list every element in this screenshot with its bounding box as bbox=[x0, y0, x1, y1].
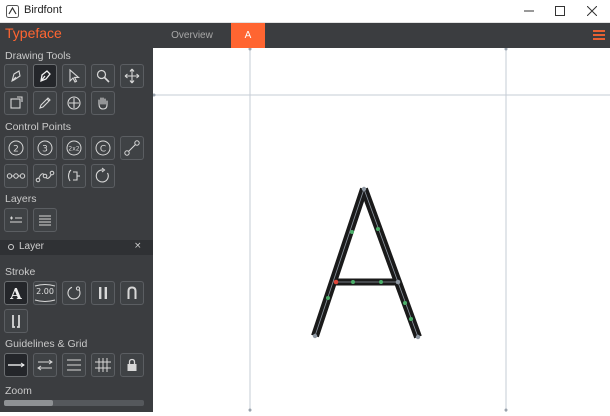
convert-c-icon: C bbox=[95, 140, 111, 156]
move-tool[interactable] bbox=[120, 64, 144, 88]
stroke-width-field[interactable]: 2.00 bbox=[33, 281, 57, 305]
quadratic-points-tool[interactable]: 2 bbox=[4, 136, 28, 160]
pen-tool[interactable] bbox=[4, 64, 28, 88]
birdfont-icon bbox=[6, 5, 19, 18]
curve-points-tool[interactable] bbox=[33, 164, 57, 188]
rotate-tool[interactable] bbox=[91, 164, 115, 188]
pencil-icon bbox=[39, 97, 51, 109]
svg-text:2: 2 bbox=[13, 145, 19, 155]
zoom-slider[interactable] bbox=[4, 400, 144, 406]
layer-visibility-icon[interactable] bbox=[8, 244, 14, 250]
section-stroke: Stroke bbox=[5, 266, 36, 278]
stroke-style-tool[interactable]: A bbox=[4, 281, 28, 305]
glyph-a-path[interactable] bbox=[311, 187, 422, 339]
zoom-slider-fill bbox=[4, 400, 53, 406]
control-points[interactable] bbox=[312, 186, 421, 340]
guide-lines-tool[interactable] bbox=[62, 353, 86, 377]
line-points-icon bbox=[124, 140, 140, 156]
lock-guides-tool[interactable] bbox=[120, 353, 144, 377]
stroke-columns-tool[interactable] bbox=[91, 281, 115, 305]
svg-text:A: A bbox=[9, 285, 22, 302]
lock-icon bbox=[127, 358, 137, 371]
move-icon bbox=[124, 68, 140, 84]
layer-item[interactable]: Layer × bbox=[0, 240, 153, 255]
section-drawing-tools: Drawing Tools bbox=[5, 50, 71, 62]
double-2x2-icon: 2x2 bbox=[66, 140, 82, 156]
bezier-tool[interactable] bbox=[33, 64, 57, 88]
stroke-columns-icon bbox=[99, 287, 107, 299]
hand-icon bbox=[98, 97, 108, 110]
grid-tool[interactable] bbox=[91, 353, 115, 377]
bezier-tool-icon bbox=[40, 70, 51, 83]
horizontal-line-icon bbox=[8, 362, 25, 368]
pointer-tool[interactable] bbox=[62, 64, 86, 88]
resize-icon bbox=[10, 96, 23, 109]
glyph-editor[interactable] bbox=[152, 47, 610, 412]
section-guidelines: Guidelines & Grid bbox=[5, 338, 88, 350]
center-tool[interactable] bbox=[62, 91, 86, 115]
pencil-tool[interactable] bbox=[33, 91, 57, 115]
section-layers: Layers bbox=[5, 193, 37, 205]
layer-label: Layer bbox=[19, 241, 45, 252]
line-points-tool[interactable] bbox=[120, 136, 144, 160]
section-control-points: Control Points bbox=[5, 121, 71, 133]
reverse-path-icon bbox=[67, 169, 80, 182]
close-icon bbox=[587, 6, 597, 16]
minimize-button[interactable] bbox=[514, 0, 544, 22]
quadratic-2-icon: 2 bbox=[8, 140, 24, 156]
add-layer-icon bbox=[10, 216, 22, 223]
remove-layer-button[interactable]: × bbox=[134, 241, 142, 251]
tab-bar: Overview A bbox=[153, 23, 610, 48]
stroke-arch-icon bbox=[127, 286, 137, 299]
cubic-3-icon: 3 bbox=[37, 140, 53, 156]
stroke-bracket-tool[interactable] bbox=[4, 309, 28, 333]
hand-tool[interactable] bbox=[91, 91, 115, 115]
sidebar: Typeface Drawing Tools Control Points 2 … bbox=[0, 23, 153, 412]
list-lines-icon bbox=[67, 359, 81, 371]
hamburger-menu-icon[interactable] bbox=[592, 28, 606, 42]
svg-text:3: 3 bbox=[42, 145, 48, 155]
circle-path-icon bbox=[67, 286, 81, 300]
pen-icon bbox=[11, 70, 21, 83]
glyph-canvas[interactable] bbox=[152, 47, 610, 412]
stroke-bracket-icon bbox=[12, 315, 20, 328]
double-points-tool[interactable]: 2x2 bbox=[62, 136, 86, 160]
close-button[interactable] bbox=[577, 0, 607, 22]
maximize-icon bbox=[555, 6, 565, 16]
zoom-tool[interactable] bbox=[91, 64, 115, 88]
arrows-icon bbox=[37, 359, 53, 371]
tab-glyph-a[interactable]: A bbox=[231, 23, 265, 48]
guide-arrows-tool[interactable] bbox=[33, 353, 57, 377]
tab-overview[interactable]: Overview bbox=[153, 23, 231, 48]
serif-a-icon: A bbox=[9, 285, 22, 302]
grid-icon bbox=[95, 358, 111, 372]
zoom-icon bbox=[96, 69, 110, 83]
pointer-icon bbox=[69, 68, 80, 83]
section-zoom: Zoom bbox=[5, 385, 32, 397]
typeface-title[interactable]: Typeface bbox=[5, 25, 62, 41]
rotate-icon bbox=[95, 167, 109, 183]
layers-list-icon bbox=[39, 215, 51, 226]
stroke-width-value: 2.00 bbox=[36, 287, 54, 296]
curve-points-icon bbox=[35, 170, 55, 183]
add-layer-button[interactable] bbox=[4, 208, 28, 232]
horizontal-guide-tool[interactable] bbox=[4, 353, 28, 377]
point-chain-icon bbox=[6, 173, 26, 179]
resize-tool[interactable] bbox=[4, 91, 28, 115]
stroke-arch-tool[interactable] bbox=[120, 281, 144, 305]
minimize-icon bbox=[524, 10, 534, 12]
maximize-button[interactable] bbox=[545, 0, 575, 22]
convert-points-tool[interactable]: C bbox=[91, 136, 115, 160]
cubic-points-tool[interactable]: 3 bbox=[33, 136, 57, 160]
svg-text:2x2: 2x2 bbox=[68, 146, 79, 153]
center-icon bbox=[67, 96, 81, 110]
circle-path-tool[interactable] bbox=[62, 281, 86, 305]
svg-text:C: C bbox=[100, 145, 106, 155]
layers-list-button[interactable] bbox=[33, 208, 57, 232]
window-title: Birdfont bbox=[24, 4, 62, 16]
point-chain-tool[interactable] bbox=[4, 164, 28, 188]
window-titlebar: Birdfont bbox=[0, 0, 610, 23]
reverse-path-tool[interactable] bbox=[62, 164, 86, 188]
